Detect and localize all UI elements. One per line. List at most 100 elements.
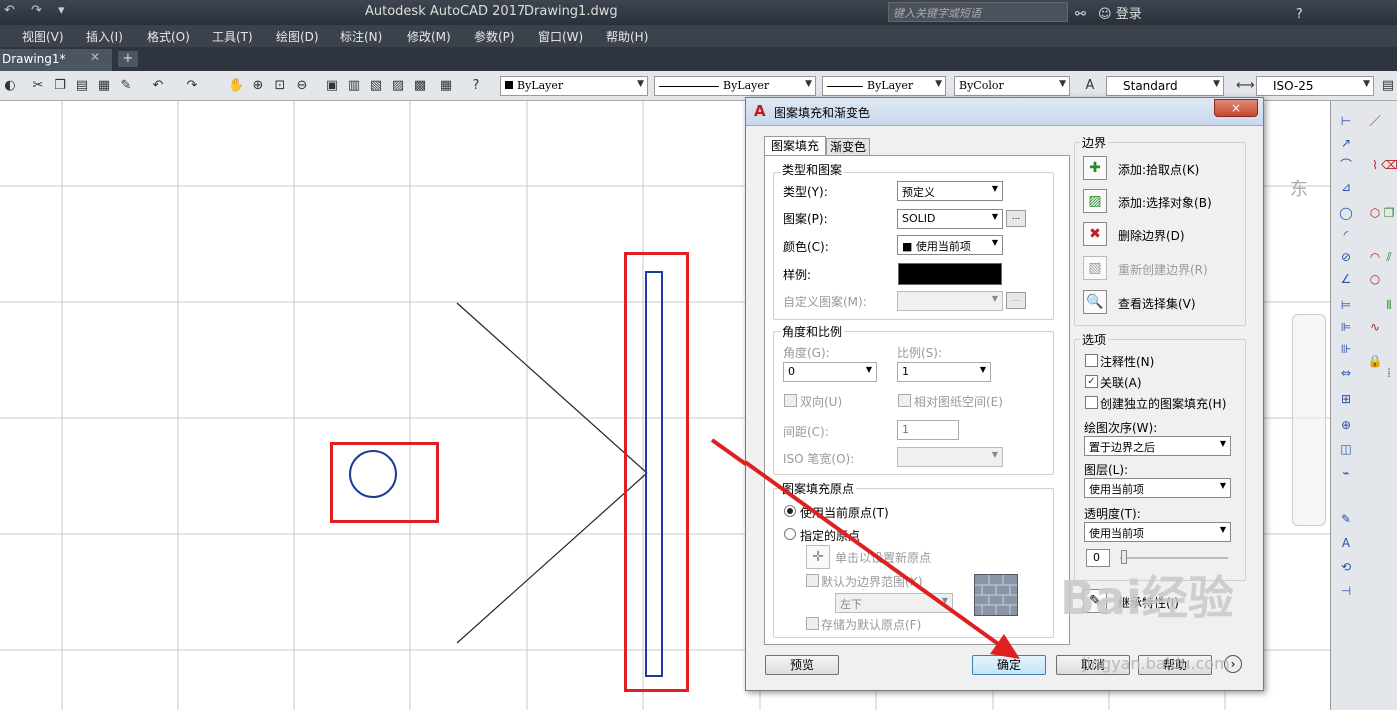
menu-dimension[interactable]: 标注(N) bbox=[340, 28, 382, 45]
copy-icon[interactable]: ❐ bbox=[52, 78, 68, 94]
menu-view[interactable]: 视图(V) bbox=[22, 28, 64, 45]
draw-order-dropdown[interactable]: 置于边界之后 ▼ bbox=[1084, 436, 1231, 456]
binoculars-icon[interactable]: ⚯ bbox=[1075, 7, 1086, 22]
jogged-icon[interactable]: ◜ bbox=[1338, 227, 1354, 243]
dim-text-edit-icon[interactable]: A bbox=[1338, 535, 1354, 551]
mirror-icon[interactable]: ⫽ bbox=[1381, 249, 1397, 265]
view-selections-button[interactable]: 🔍 bbox=[1083, 290, 1107, 314]
text-style-icon[interactable]: A bbox=[1082, 78, 1098, 94]
menu-modify[interactable]: 修改(M) bbox=[407, 28, 451, 45]
navigation-bar[interactable] bbox=[1292, 314, 1326, 526]
layer-dropdown[interactable]: 使用当前项 ▼ bbox=[1084, 478, 1231, 498]
design-center-icon[interactable]: ▥ bbox=[346, 78, 362, 94]
set-origin-button[interactable]: ✛ bbox=[806, 545, 830, 569]
ordinate-icon[interactable]: ⊿ bbox=[1338, 179, 1354, 195]
linetype-combo[interactable]: ByLayer ▼ bbox=[654, 76, 816, 96]
dim-style-icon[interactable]: ⟷ bbox=[1236, 78, 1255, 94]
space-icon[interactable]: ⇔ bbox=[1338, 365, 1354, 381]
help-icon[interactable]: ? bbox=[468, 78, 484, 94]
pattern-dropdown[interactable]: SOLID ▼ bbox=[897, 209, 1003, 229]
calculator-icon[interactable]: ▦ bbox=[438, 78, 454, 94]
line-lower[interactable] bbox=[456, 472, 648, 644]
lineweight-combo[interactable]: ByLayer ▼ bbox=[822, 76, 946, 96]
ok-button[interactable]: 确定 bbox=[972, 655, 1046, 675]
text-style-combo[interactable]: Standard ▼ bbox=[1106, 76, 1224, 96]
spline-icon[interactable]: ∿ bbox=[1367, 319, 1383, 335]
zoom-previous-icon[interactable]: ⊖ bbox=[294, 78, 310, 94]
use-current-origin-radio[interactable] bbox=[784, 505, 796, 517]
add-pick-points-button[interactable]: ✚ bbox=[1083, 156, 1107, 180]
menu-insert[interactable]: 插入(I) bbox=[86, 28, 123, 45]
dialog-title-bar[interactable]: A 图案填充和渐变色 × bbox=[746, 98, 1263, 126]
separate-hatches-checkbox[interactable] bbox=[1085, 396, 1098, 409]
properties-icon[interactable]: ▣ bbox=[324, 78, 340, 94]
search-input[interactable]: 键入关键字或短语 bbox=[888, 2, 1068, 22]
specified-origin-radio[interactable] bbox=[784, 528, 796, 540]
jog-line-icon[interactable]: ⌁ bbox=[1338, 465, 1354, 481]
line-upper[interactable] bbox=[456, 302, 648, 474]
sheet-set-icon[interactable]: ▨ bbox=[390, 78, 406, 94]
plot-style-combo[interactable]: ByColor ▼ bbox=[954, 76, 1070, 96]
menu-window[interactable]: 窗口(W) bbox=[538, 28, 583, 45]
menu-draw[interactable]: 绘图(D) bbox=[276, 28, 319, 45]
recreate-boundary-button[interactable]: ▧ bbox=[1083, 256, 1107, 280]
pattern-swatch[interactable] bbox=[898, 263, 1002, 285]
diameter-icon[interactable]: ⊘ bbox=[1338, 249, 1354, 265]
zoom-realtime-icon[interactable]: ⊕ bbox=[250, 78, 266, 94]
remove-boundaries-button[interactable]: ✖ bbox=[1083, 222, 1107, 246]
menu-tools[interactable]: 工具(T) bbox=[212, 28, 253, 45]
angular-icon[interactable]: ∠ bbox=[1338, 271, 1354, 287]
user-icon[interactable]: ☺ bbox=[1098, 7, 1112, 22]
default-extents-checkbox[interactable] bbox=[806, 574, 819, 587]
transparency-slider-track[interactable] bbox=[1120, 557, 1228, 559]
spacing-input[interactable]: 1 bbox=[897, 420, 959, 440]
store-default-checkbox[interactable] bbox=[806, 617, 819, 630]
arc-length-icon[interactable]: ⌒ bbox=[1338, 157, 1354, 173]
close-button[interactable]: × bbox=[1214, 99, 1258, 117]
quick-access-toolbar[interactable]: ↶ ↷ ▾ bbox=[4, 3, 71, 18]
tab-gradient[interactable]: 渐变色 bbox=[826, 138, 870, 156]
continue-icon[interactable]: ⊪ bbox=[1338, 341, 1354, 357]
redo-icon[interactable]: ↷ bbox=[184, 78, 200, 94]
pattern-browse-button[interactable]: ... bbox=[1006, 210, 1026, 227]
aligned-dim-icon[interactable]: ↗ bbox=[1338, 135, 1354, 151]
help-icon[interactable]: ? bbox=[1296, 7, 1303, 22]
paste-block-icon[interactable]: ▦ bbox=[96, 78, 112, 94]
table-style-icon[interactable]: ▤ bbox=[1380, 78, 1396, 94]
center-mark-icon[interactable]: ⊕ bbox=[1338, 417, 1354, 433]
paste-icon[interactable]: ▤ bbox=[74, 78, 90, 94]
new-tab-button[interactable]: + bbox=[118, 51, 138, 67]
zoom-window-icon[interactable]: ⊡ bbox=[272, 78, 288, 94]
layer-color-combo[interactable]: ByLayer ▼ bbox=[500, 76, 648, 96]
undo-icon[interactable]: ↶ bbox=[150, 78, 166, 94]
match-properties-icon[interactable]: ✎ bbox=[118, 78, 134, 94]
copy-object-icon[interactable]: ❐ bbox=[1381, 205, 1397, 221]
relative-paper-checkbox[interactable] bbox=[898, 394, 911, 407]
pan-icon[interactable]: ✋ bbox=[228, 78, 244, 94]
circle-icon[interactable]: ○ bbox=[1367, 271, 1383, 287]
offset-icon[interactable]: ⫴ bbox=[1381, 297, 1397, 313]
menu-help[interactable]: 帮助(H) bbox=[606, 28, 648, 45]
cut-icon[interactable]: ✂ bbox=[30, 78, 46, 94]
color-dropdown[interactable]: ■ 使用当前项 ▼ bbox=[897, 235, 1003, 255]
viewcube-label[interactable]: 东 bbox=[1290, 175, 1308, 201]
scale-dropdown[interactable]: 1 ▼ bbox=[897, 362, 991, 382]
markup-icon[interactable]: ▩ bbox=[412, 78, 428, 94]
workspace-icon[interactable]: ◐ bbox=[2, 78, 18, 94]
transparency-dropdown[interactable]: 使用当前项 ▼ bbox=[1084, 522, 1231, 542]
login-link[interactable]: 登录 bbox=[1116, 7, 1142, 22]
tool-palettes-icon[interactable]: ▧ bbox=[368, 78, 384, 94]
angle-dropdown[interactable]: 0 ▼ bbox=[783, 362, 877, 382]
menu-format[interactable]: 格式(O) bbox=[147, 28, 190, 45]
annotative-checkbox[interactable] bbox=[1085, 354, 1098, 367]
tolerance-icon[interactable]: ⊞ bbox=[1338, 391, 1354, 407]
preview-button[interactable]: 预览 bbox=[765, 655, 839, 675]
quick-dim-icon[interactable]: ⊨ bbox=[1338, 297, 1354, 313]
dim-style-combo[interactable]: ISO-25 ▼ bbox=[1256, 76, 1374, 96]
associative-checkbox[interactable]: ✓ bbox=[1085, 375, 1098, 388]
erase-icon[interactable]: ⌫ bbox=[1381, 157, 1397, 173]
add-select-objects-button[interactable]: ▨ bbox=[1083, 189, 1107, 213]
menu-parametric[interactable]: 参数(P) bbox=[474, 28, 515, 45]
type-dropdown[interactable]: 预定义 ▼ bbox=[897, 181, 1003, 201]
inspect-icon[interactable]: ◫ bbox=[1338, 441, 1354, 457]
